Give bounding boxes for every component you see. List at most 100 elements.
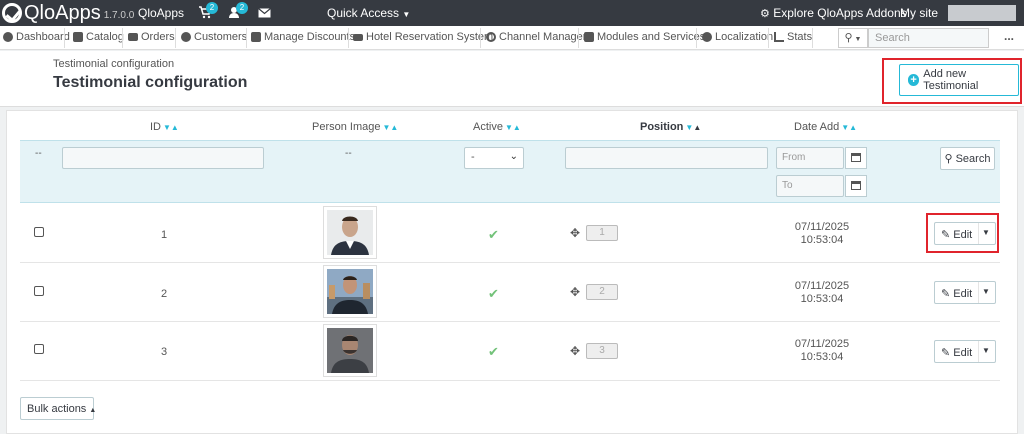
column-label: Active — [473, 121, 503, 133]
drag-move-icon[interactable]: ✥ — [570, 226, 580, 240]
date-value: 07/11/2025 — [794, 338, 850, 350]
breadcrumb[interactable]: Testimonial configuration — [53, 58, 174, 70]
edit-button[interactable]: ✎ Edit — [941, 346, 972, 359]
nav-divider — [246, 28, 247, 48]
nav-item-manage-discounts[interactable]: Manage Discounts — [251, 31, 355, 43]
person-image — [323, 265, 377, 318]
nav-item-catalog[interactable]: Catalog — [73, 31, 124, 43]
search-type-toggle[interactable]: ⚲ ▼ — [838, 28, 868, 48]
nav-label: Modules and Services — [597, 31, 706, 43]
row-checkbox[interactable] — [34, 286, 44, 296]
filter-position-input[interactable] — [565, 147, 768, 169]
messages-notification[interactable] — [258, 7, 274, 21]
date-added: 07/11/2025 10:53:04 — [782, 221, 862, 247]
calendar-icon[interactable] — [845, 147, 867, 169]
nav-label: Customers — [194, 31, 248, 43]
customers-badge: 2 — [236, 2, 248, 14]
nav-divider — [348, 28, 349, 48]
brand-name: QloApps — [24, 1, 101, 24]
chevron-down-icon: ⌄ — [509, 151, 518, 162]
nav-item-modules[interactable]: Modules and Services — [584, 31, 705, 43]
filter-active-select[interactable]: - ⌄ — [464, 147, 524, 169]
column-header-position[interactable]: Position ▼▲ — [640, 121, 701, 133]
nav-item-customers[interactable]: Customers — [181, 31, 247, 43]
filter-id-input[interactable] — [62, 147, 264, 169]
version-label: 1.7.0.0 — [103, 10, 135, 21]
nav-item-localization[interactable]: Localization — [702, 31, 773, 43]
time-value: 10:53:04 — [800, 234, 844, 246]
active-check-icon[interactable]: ✔ — [488, 286, 499, 302]
qloapps-logo[interactable]: QloApps 1.7.0.0 — [2, 0, 134, 26]
column-label: Position — [640, 121, 684, 133]
bulk-actions-button[interactable]: Bulk actions ▲ — [20, 397, 97, 420]
person-photo — [327, 328, 373, 373]
envelope-icon — [258, 8, 271, 18]
employee-menu[interactable] — [948, 5, 1016, 21]
position-value: 2 — [586, 284, 618, 300]
pencil-icon: ✎ — [941, 347, 951, 359]
filter-date-from-input[interactable]: From — [776, 147, 844, 169]
add-button-label: Add new Testimonial — [923, 68, 979, 92]
search-input[interactable]: Search — [868, 28, 989, 48]
nav-item-hotel-reservation[interactable]: Hotel Reservation System — [353, 31, 493, 43]
puzzle-icon — [584, 32, 594, 42]
nav-item-channel-manager[interactable]: Channel Manager — [486, 31, 586, 43]
sort-icon[interactable]: ▼▲ — [685, 123, 701, 132]
person-photo — [327, 269, 373, 314]
column-header-person-image[interactable]: Person Image ▼▲ — [312, 121, 398, 133]
edit-button-group[interactable]: ✎ Edit ▼ — [934, 281, 996, 304]
person-image — [323, 206, 377, 259]
search-icon: ⚲ — [944, 153, 953, 165]
column-label: ID — [150, 121, 161, 133]
sort-icon[interactable]: ▼▲ — [163, 123, 179, 132]
highlight-box-edit — [926, 213, 999, 253]
row-checkbox[interactable] — [34, 227, 44, 237]
drag-move-icon[interactable]: ✥ — [570, 285, 580, 299]
sort-icon[interactable]: ▼▲ — [841, 123, 857, 132]
customers-notification[interactable]: 2 — [228, 2, 248, 19]
my-site-link[interactable]: My site — [900, 6, 938, 20]
more-menu-button[interactable]: ... — [1004, 29, 1014, 43]
active-check-icon[interactable]: ✔ — [488, 227, 499, 243]
column-label: Person Image — [312, 121, 381, 133]
row-checkbox[interactable] — [34, 344, 44, 354]
drag-move-icon[interactable]: ✥ — [570, 344, 580, 358]
edit-button-group[interactable]: ✎ Edit ▼ — [934, 340, 996, 363]
edit-button[interactable]: ✎ Edit — [941, 287, 972, 300]
sort-icon[interactable]: ▼▲ — [382, 123, 398, 132]
shop-name-link[interactable]: QloApps — [138, 6, 184, 20]
nav-label: Dashboard — [16, 31, 70, 43]
globe-icon — [702, 32, 712, 42]
filter-active-value: - — [471, 151, 475, 163]
row-id: 3 — [161, 346, 168, 358]
calendar-icon[interactable] — [845, 175, 867, 197]
caret-up-icon: ▲ — [89, 407, 97, 414]
add-new-testimonial-button[interactable]: + Add new Testimonial — [899, 64, 1019, 96]
bulk-actions-label: Bulk actions — [27, 403, 87, 415]
column-header-id[interactable]: ID ▼▲ — [150, 121, 179, 133]
nav-item-dashboard[interactable]: Dashboard — [3, 31, 70, 43]
nav-divider — [812, 28, 813, 48]
filter-search-button[interactable]: ⚲ Search — [940, 147, 995, 170]
caret-down-icon[interactable]: ▼ — [982, 346, 990, 355]
filter-date-to-input[interactable]: To — [776, 175, 844, 197]
explore-addons-label: Explore QloApps Addons — [773, 6, 907, 20]
quick-access-label: Quick Access — [327, 6, 400, 20]
quick-access-menu[interactable]: Quick Access ▼ — [327, 6, 410, 20]
column-header-date-add[interactable]: Date Add ▼▲ — [794, 121, 857, 133]
sort-icon[interactable]: ▼▲ — [505, 123, 521, 132]
nav-item-stats[interactable]: Stats — [774, 31, 812, 43]
orders-notification[interactable]: 2 — [198, 2, 218, 19]
column-header-active[interactable]: Active ▼▲ — [473, 121, 521, 133]
nav-label: Orders — [141, 31, 175, 43]
active-check-icon[interactable]: ✔ — [488, 344, 499, 360]
bulk-filter-dash: -- — [35, 148, 42, 159]
caret-down-icon[interactable]: ▼ — [982, 287, 990, 296]
nav-item-orders[interactable]: Orders — [128, 31, 175, 43]
nav-divider — [175, 28, 176, 48]
book-icon — [73, 32, 83, 42]
explore-addons-link[interactable]: ⚙ Explore QloApps Addons — [760, 6, 907, 20]
top-header-bar: QloApps 1.7.0.0 QloApps 2 2 Quick Access… — [0, 0, 1024, 26]
row-id: 2 — [161, 288, 168, 300]
page-title: Testimonial configuration — [53, 74, 248, 91]
